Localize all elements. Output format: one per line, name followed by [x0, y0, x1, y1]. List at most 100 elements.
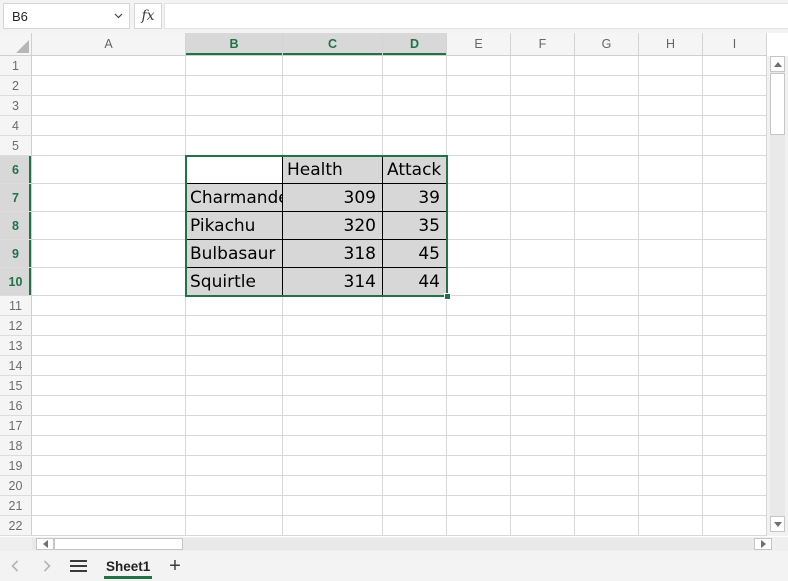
cell-A4[interactable]: [32, 116, 186, 136]
cell-I17[interactable]: [703, 416, 767, 436]
cell-C15[interactable]: [283, 376, 383, 396]
cell-H5[interactable]: [639, 136, 703, 156]
cell-C1[interactable]: [283, 56, 383, 76]
cell-F7[interactable]: [511, 184, 575, 212]
cell-E5[interactable]: [447, 136, 511, 156]
cell-H22[interactable]: [639, 516, 703, 536]
sheet-tab-sheet1[interactable]: Sheet1: [100, 551, 156, 581]
cell-G17[interactable]: [575, 416, 639, 436]
cell-A2[interactable]: [32, 76, 186, 96]
cell-G6[interactable]: [575, 156, 639, 184]
column-header-D[interactable]: D: [383, 33, 447, 56]
cell-H1[interactable]: [639, 56, 703, 76]
cell-C18[interactable]: [283, 436, 383, 456]
cell-A7[interactable]: [32, 184, 186, 212]
cell-A21[interactable]: [32, 496, 186, 516]
cell-I14[interactable]: [703, 356, 767, 376]
cell-C10[interactable]: 314: [283, 268, 383, 296]
cell-H3[interactable]: [639, 96, 703, 116]
horizontal-scrollbar-thumb[interactable]: [54, 538, 183, 550]
cell-G18[interactable]: [575, 436, 639, 456]
cell-I12[interactable]: [703, 316, 767, 336]
cell-I4[interactable]: [703, 116, 767, 136]
vertical-scrollbar-thumb[interactable]: [770, 73, 785, 135]
add-sheet-button[interactable]: +: [162, 551, 188, 581]
scroll-left-button[interactable]: [36, 538, 54, 550]
cell-A19[interactable]: [32, 456, 186, 476]
cell-A9[interactable]: [32, 240, 186, 268]
cell-F14[interactable]: [511, 356, 575, 376]
cell-B22[interactable]: [186, 516, 283, 536]
cell-H21[interactable]: [639, 496, 703, 516]
cell-F17[interactable]: [511, 416, 575, 436]
cell-D19[interactable]: [383, 456, 447, 476]
cell-A20[interactable]: [32, 476, 186, 496]
row-header-15[interactable]: 15: [0, 376, 32, 396]
cell-B6[interactable]: [186, 156, 283, 184]
cell-D21[interactable]: [383, 496, 447, 516]
row-header-14[interactable]: 14: [0, 356, 32, 376]
cell-D13[interactable]: [383, 336, 447, 356]
cell-A11[interactable]: [32, 296, 186, 316]
cell-B17[interactable]: [186, 416, 283, 436]
cell-I13[interactable]: [703, 336, 767, 356]
cell-D14[interactable]: [383, 356, 447, 376]
cell-B7[interactable]: Charmander: [186, 184, 283, 212]
cell-H12[interactable]: [639, 316, 703, 336]
cell-E9[interactable]: [447, 240, 511, 268]
cell-B2[interactable]: [186, 76, 283, 96]
cell-B5[interactable]: [186, 136, 283, 156]
cell-I7[interactable]: [703, 184, 767, 212]
cell-H10[interactable]: [639, 268, 703, 296]
cell-E14[interactable]: [447, 356, 511, 376]
row-header-18[interactable]: 18: [0, 436, 32, 456]
cell-E8[interactable]: [447, 212, 511, 240]
chevron-down-icon[interactable]: [107, 13, 129, 19]
cell-E11[interactable]: [447, 296, 511, 316]
cell-H8[interactable]: [639, 212, 703, 240]
cell-A13[interactable]: [32, 336, 186, 356]
cell-I11[interactable]: [703, 296, 767, 316]
cell-B18[interactable]: [186, 436, 283, 456]
cell-B16[interactable]: [186, 396, 283, 416]
cell-B10[interactable]: Squirtle: [186, 268, 283, 296]
cell-E10[interactable]: [447, 268, 511, 296]
row-header-22[interactable]: 22: [0, 516, 32, 536]
row-header-17[interactable]: 17: [0, 416, 32, 436]
cell-A12[interactable]: [32, 316, 186, 336]
cell-B21[interactable]: [186, 496, 283, 516]
cell-H11[interactable]: [639, 296, 703, 316]
cell-G1[interactable]: [575, 56, 639, 76]
row-header-1[interactable]: 1: [0, 56, 32, 76]
cell-H17[interactable]: [639, 416, 703, 436]
cell-E6[interactable]: [447, 156, 511, 184]
cell-I8[interactable]: [703, 212, 767, 240]
column-header-C[interactable]: C: [283, 33, 383, 56]
column-header-E[interactable]: E: [447, 33, 511, 56]
cell-E12[interactable]: [447, 316, 511, 336]
column-header-I[interactable]: I: [703, 33, 767, 56]
cell-C7[interactable]: 309: [283, 184, 383, 212]
cell-I18[interactable]: [703, 436, 767, 456]
cell-D5[interactable]: [383, 136, 447, 156]
cell-C9[interactable]: 318: [283, 240, 383, 268]
cell-B8[interactable]: Pikachu: [186, 212, 283, 240]
cell-D17[interactable]: [383, 416, 447, 436]
cell-A8[interactable]: [32, 212, 186, 240]
cell-F22[interactable]: [511, 516, 575, 536]
cell-G13[interactable]: [575, 336, 639, 356]
sheet-list-menu-icon[interactable]: [70, 560, 87, 572]
cell-C11[interactable]: [283, 296, 383, 316]
cell-I1[interactable]: [703, 56, 767, 76]
cell-B13[interactable]: [186, 336, 283, 356]
cell-B1[interactable]: [186, 56, 283, 76]
cell-C14[interactable]: [283, 356, 383, 376]
cell-H15[interactable]: [639, 376, 703, 396]
cell-B4[interactable]: [186, 116, 283, 136]
cell-E4[interactable]: [447, 116, 511, 136]
cell-A3[interactable]: [32, 96, 186, 116]
cell-H4[interactable]: [639, 116, 703, 136]
cell-F15[interactable]: [511, 376, 575, 396]
cell-C13[interactable]: [283, 336, 383, 356]
cell-H7[interactable]: [639, 184, 703, 212]
